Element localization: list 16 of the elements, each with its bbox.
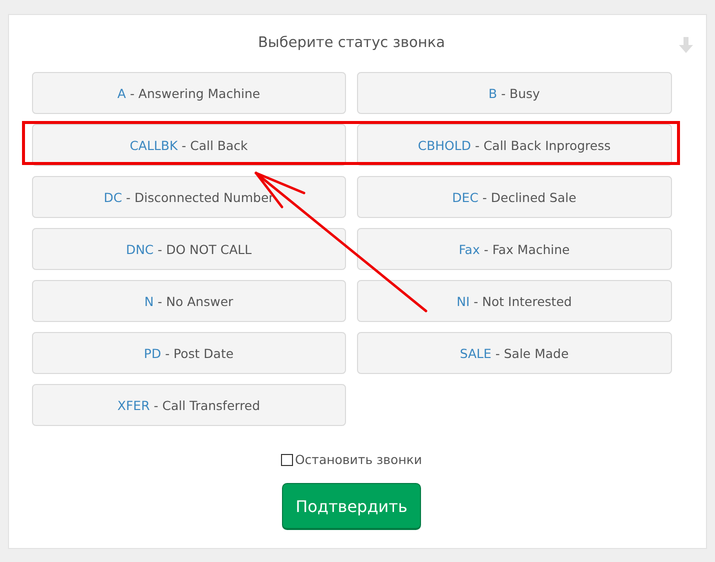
checkbox-label: Остановить звонки xyxy=(294,452,422,467)
status-button[interactable]: DNC - DO NOT CALL xyxy=(32,228,346,270)
status-button[interactable]: DC - Disconnected Number xyxy=(32,176,346,218)
status-button[interactable]: DEC - Declined Sale xyxy=(357,176,672,218)
status-button[interactable]: Fax - Fax Machine xyxy=(357,228,672,270)
status-button[interactable]: A - Answering Machine xyxy=(32,72,346,114)
checkbox[interactable] xyxy=(280,454,293,466)
status-button[interactable]: PD - Post Date xyxy=(32,332,346,374)
status-button[interactable]: NI - Not Interested xyxy=(357,280,672,322)
status-button[interactable]: N - No Answer xyxy=(32,280,346,322)
status-button[interactable]: B - Busy xyxy=(357,72,672,114)
dialog-title: Выберите статус звонка xyxy=(258,35,446,53)
status-button[interactable]: CALLBK - Call Back xyxy=(32,124,346,166)
status-button[interactable]: SALE - Sale Made xyxy=(357,332,672,374)
status-button[interactable]: CBHOLD - Call Back Inprogress xyxy=(357,124,672,166)
status-button[interactable]: XFER - Call Transferred xyxy=(32,384,346,426)
